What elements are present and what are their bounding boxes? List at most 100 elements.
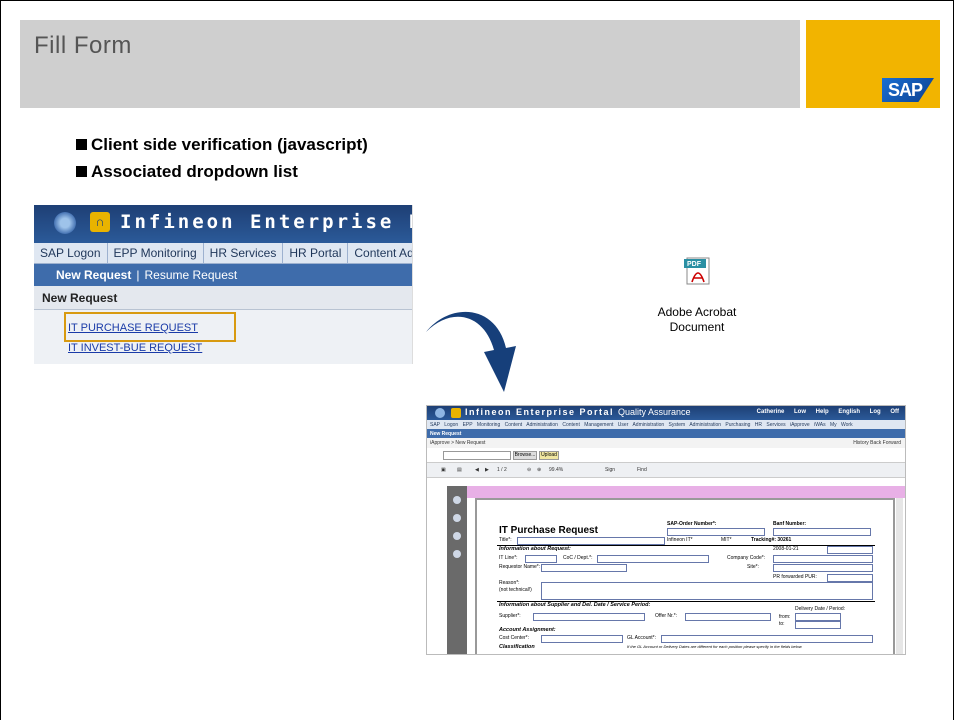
requestor-label: Requestor Name*: xyxy=(499,564,541,570)
portal-tab-bar: SAP Logon EPP Monitoring HR Services HR … xyxy=(34,243,412,264)
bullet-item: Client side verification (javascript) xyxy=(76,135,368,162)
offer-nr-field[interactable] xyxy=(685,613,771,621)
it-line-select[interactable] xyxy=(525,555,557,563)
cost-center-select[interactable] xyxy=(541,635,623,643)
find-input[interactable]: Find xyxy=(637,467,647,473)
infineon-it-radio[interactable]: Infineon IT* xyxy=(667,537,693,543)
tracking-number: Tracking#: 30261 xyxy=(751,537,792,543)
mit-radio[interactable]: MIT* xyxy=(721,537,732,543)
acrobat-side-panel xyxy=(447,486,467,654)
shot-subnav[interactable]: New Request xyxy=(427,429,905,438)
forms-notice-bar xyxy=(467,486,905,498)
title-field[interactable] xyxy=(517,537,665,545)
browse-button[interactable]: Browse... xyxy=(513,451,537,460)
scrollbar[interactable] xyxy=(896,498,903,654)
portal-subnav: New Request | Resume Request xyxy=(34,264,412,286)
shot-header-links[interactable]: Catherine Low Help English Log Off xyxy=(757,409,899,415)
title-bar: Fill Form xyxy=(20,20,800,108)
site-select[interactable] xyxy=(773,564,873,572)
next-page-icon[interactable]: ▶ xyxy=(485,467,489,473)
upload-button[interactable]: Upload xyxy=(539,451,559,460)
bullet-item: Associated dropdown list xyxy=(76,162,368,189)
shot-header: Infineon Enterprise Portal Quality Assura… xyxy=(427,406,905,420)
sap-order-field[interactable] xyxy=(667,528,765,536)
page-indicator[interactable]: 1 / 2 xyxy=(497,467,507,473)
history-nav[interactable]: History Back Forward xyxy=(853,440,901,446)
pr-forwarded-field[interactable] xyxy=(827,574,873,582)
bullet-list: Client side verification (javascript) As… xyxy=(76,135,368,189)
from-label: from: xyxy=(779,614,791,620)
zoom-level[interactable]: 99.4% xyxy=(549,467,563,473)
coc-dept-field[interactable] xyxy=(597,555,709,563)
tab-sap-logon[interactable]: SAP Logon xyxy=(34,243,108,263)
tab-hr-portal[interactable]: HR Portal xyxy=(283,243,349,263)
portal-logo-icon xyxy=(451,408,461,418)
form-title: IT Purchase Request xyxy=(499,525,598,536)
it-invest-request-link[interactable]: IT INVEST-BUE REQUEST xyxy=(68,342,202,354)
tab-hr-services[interactable]: HR Services xyxy=(204,243,284,263)
prev-page-icon[interactable]: ◀ xyxy=(475,467,479,473)
save-icon[interactable]: ▤ xyxy=(457,467,462,473)
pdf-badge-text: PDF xyxy=(687,261,702,268)
offer-nr-label: Offer Nr.*: xyxy=(655,613,678,619)
date-field[interactable]: 2008-01-21 xyxy=(773,546,799,552)
file-path-input[interactable] xyxy=(443,451,511,460)
bullet-text: Client side verification (javascript) xyxy=(91,135,368,154)
breadcrumb-text: iApprove > New Request xyxy=(430,440,486,446)
pdf-document-icon[interactable]: PDF xyxy=(684,256,712,286)
coc-dept-label: CoC / Dept.*: xyxy=(563,555,593,561)
square-bullet-icon xyxy=(76,139,87,150)
comments-icon[interactable] xyxy=(453,532,461,540)
sign-menu[interactable]: Sign xyxy=(605,467,615,473)
infineon-emblem-icon xyxy=(54,212,76,234)
pr-forwarded-label: PR forwarded PUR: xyxy=(773,574,817,580)
supplier-field[interactable] xyxy=(533,613,645,621)
company-code-select[interactable] xyxy=(773,555,873,563)
tab-content-admin[interactable]: Content Admi xyxy=(348,243,412,263)
section-supplier: Information about Supplier and Del. Date… xyxy=(499,602,651,608)
slide-title: Fill Form xyxy=(34,32,132,59)
attachment-icon[interactable] xyxy=(453,550,461,558)
sap-order-label: SAP-Order Number*: xyxy=(667,521,717,527)
reason-label: Reason*: xyxy=(499,580,520,586)
info-icon[interactable] xyxy=(453,496,461,504)
delivery-label: Delivery Date / Period: xyxy=(795,606,846,612)
portal-logo-icon: ∩ xyxy=(90,212,110,232)
tab-epp-monitoring[interactable]: EPP Monitoring xyxy=(108,243,204,263)
infineon-emblem-icon xyxy=(435,408,445,418)
date-extra-field[interactable] xyxy=(827,546,873,554)
from-field[interactable] xyxy=(795,613,841,621)
gl-note: If the GL Account or Delivery Dates are … xyxy=(627,644,802,649)
pdf-caption: Adobe Acrobat Document xyxy=(632,305,762,335)
pdf-caption-line2: Document xyxy=(669,320,725,334)
it-line-label: IT Line*: xyxy=(499,555,518,561)
requestor-select[interactable] xyxy=(541,564,627,572)
pages-icon[interactable] xyxy=(453,514,461,522)
portal-brand: Infineon Enterprise P xyxy=(120,211,413,233)
zoom-in-icon[interactable]: ⊕ xyxy=(537,467,541,473)
sap-brand-box: SAP xyxy=(806,20,940,108)
subnav-new-request[interactable]: New Request xyxy=(56,268,131,282)
cost-center-label: Cost Center*: xyxy=(499,635,530,641)
page-heading: New Request xyxy=(34,286,412,310)
gl-account-select[interactable] xyxy=(661,635,873,643)
to-field[interactable] xyxy=(795,621,841,629)
banf-field[interactable] xyxy=(773,528,871,536)
portal-header: ∩ Infineon Enterprise P xyxy=(34,205,412,243)
title-label: Title*: xyxy=(499,537,512,543)
section-classification: Classification xyxy=(499,644,535,650)
upload-row: Browse... Upload xyxy=(427,448,905,462)
shot-tab-bar[interactable]: SAP Logon EPP Monitoring Content Adminis… xyxy=(427,420,905,429)
zoom-out-icon[interactable]: ⊖ xyxy=(527,467,531,473)
pdf-caption-line1: Adobe Acrobat xyxy=(657,305,737,319)
banf-label: Banf Number: xyxy=(773,521,807,527)
print-icon[interactable]: ▣ xyxy=(441,467,446,473)
site-label: Site*: xyxy=(747,564,759,570)
subnav-resume-request[interactable]: Resume Request xyxy=(144,268,237,282)
form-screenshot: Infineon Enterprise Portal Quality Assura… xyxy=(426,405,906,655)
company-code-label: Company Code*: xyxy=(727,555,766,561)
to-label: to: xyxy=(779,621,785,627)
sap-logo: SAP xyxy=(882,78,934,102)
reason-textarea[interactable] xyxy=(541,582,873,600)
gl-account-label: GL Account*: xyxy=(627,635,656,641)
